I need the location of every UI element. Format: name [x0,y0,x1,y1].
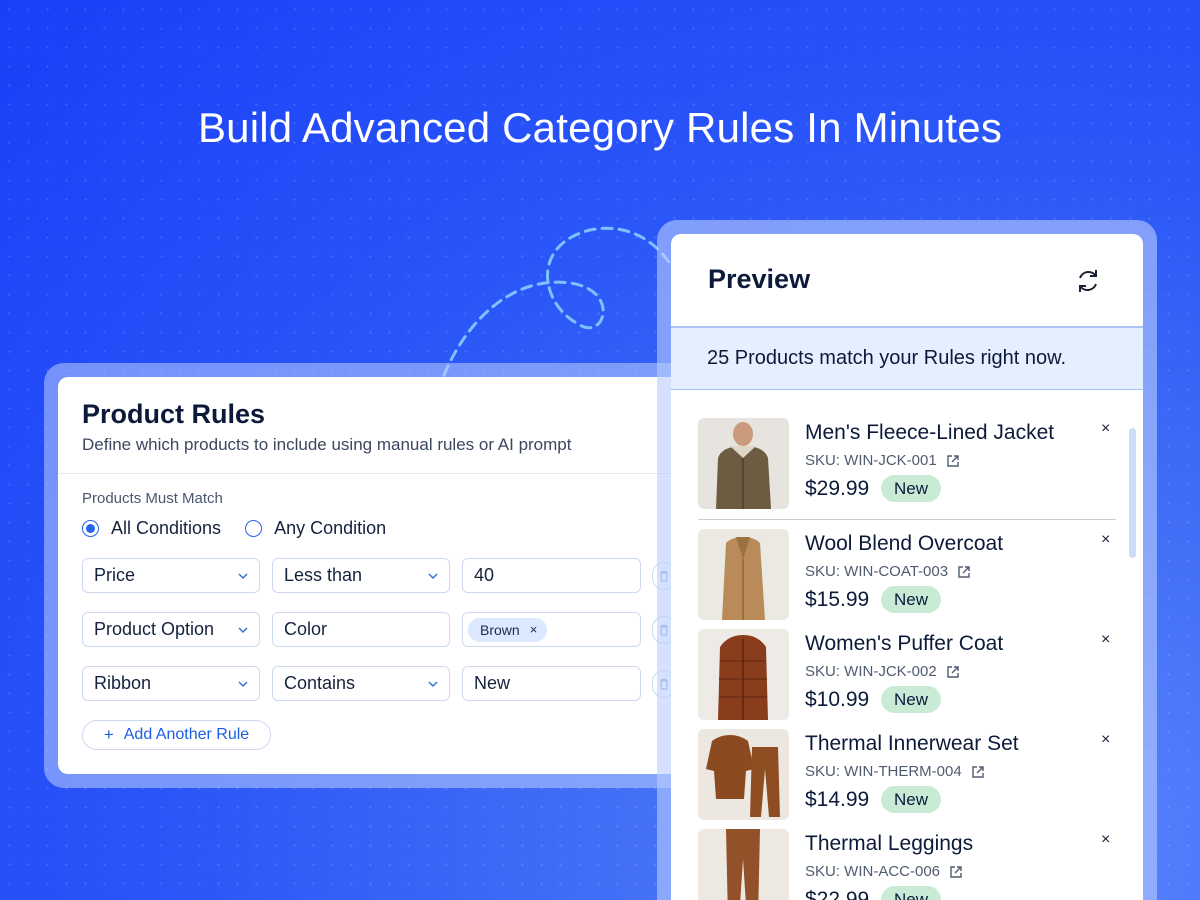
product-sku: SKU: WIN-JCK-001 [805,452,961,469]
product-thumbnail-leggings [698,829,789,900]
product-sku: SKU: WIN-COAT-003 [805,563,972,580]
chevron-down-icon [238,681,248,688]
chevron-down-icon [428,681,438,688]
radio-any-condition[interactable] [245,520,263,537]
radio-any-condition-label[interactable]: Any Condition [274,518,386,539]
product-item[interactable]: Thermal Leggings SKU: WIN-ACC-006 $22.99… [698,829,1116,900]
rule-field-value: Ribbon [94,673,152,693]
match-label: Products Must Match [82,490,223,507]
product-price: $29.99 [805,477,870,500]
rule-field-select[interactable]: Product Option [82,612,260,647]
headline: Build Advanced Category Rules In Minutes [197,104,1003,151]
product-sku-text: SKU: WIN-JCK-002 [805,663,937,680]
product-price: $22.99 [805,888,870,900]
rule-field-select[interactable]: Ribbon [82,666,260,701]
add-another-rule-button[interactable]: + Add Another Rule [82,720,271,750]
product-thumbnail-overcoat [698,529,789,620]
product-item[interactable]: Women's Puffer Coat SKU: WIN-JCK-002 $10… [698,629,1116,729]
rule-field-value: Product Option [94,619,215,639]
rule-field-value: Price [94,565,136,585]
radio-all-conditions[interactable] [82,520,99,537]
external-link-icon[interactable] [970,764,986,780]
divider [58,473,738,474]
remove-product-icon[interactable]: × [1101,631,1110,649]
match-count-banner: 25 Products match your Rules right now. [671,326,1143,390]
plus-icon: + [103,725,114,744]
product-thumbnail-puffer [698,629,789,720]
rule-value-text: New [474,673,511,693]
product-name: Thermal Innerwear Set [805,732,1019,755]
radio-all-conditions-label[interactable]: All Conditions [111,518,221,539]
remove-product-icon[interactable]: × [1101,831,1110,849]
external-link-icon[interactable] [948,864,964,880]
product-name: Women's Puffer Coat [805,632,1004,655]
tag-chip: Brown × [468,617,548,642]
product-badge: New [881,786,942,813]
product-badge: New [881,586,942,613]
rule-value-input[interactable]: 40 [462,558,641,593]
rule-operator-select[interactable]: Less than [272,558,450,593]
product-name: Wool Blend Overcoat [805,532,1004,555]
rules-panel: Product Rules Define which products to i… [58,377,738,774]
preview-panel: Preview 25 Products match your Rules rig… [671,234,1143,900]
product-badge: New [881,886,942,900]
remove-product-icon[interactable]: × [1101,731,1110,749]
product-item[interactable]: Wool Blend Overcoat SKU: WIN-COAT-003 $1… [698,529,1116,629]
product-sku: SKU: WIN-JCK-002 [805,663,961,680]
rule-tag-input[interactable]: Brown × [462,612,641,647]
remove-product-icon[interactable]: × [1101,420,1110,438]
product-price: $15.99 [805,588,870,611]
add-another-rule-label: Add Another Rule [123,726,250,743]
rule-value-input[interactable]: New [462,666,641,701]
product-sku-text: SKU: WIN-COAT-003 [805,563,949,580]
rule-field-select[interactable]: Price [82,558,260,593]
product-sku: SKU: WIN-THERM-004 [805,763,986,780]
external-link-icon[interactable] [945,664,961,680]
chevron-down-icon [428,573,438,580]
product-thumbnail-innerwear [698,729,789,820]
rules-subtitle: Define which products to include using m… [82,435,572,454]
product-sku-text: SKU: WIN-ACC-006 [805,863,941,880]
product-name: Thermal Leggings [805,832,974,855]
chevron-down-icon [238,627,248,634]
tag-chip-label: Brown [480,621,520,638]
remove-product-icon[interactable]: × [1101,531,1110,549]
rule-option-input[interactable]: Color [272,612,450,647]
product-badge: New [881,475,942,502]
product-sku: SKU: WIN-ACC-006 [805,863,964,880]
divider [698,519,1116,520]
product-name: Men's Fleece-Lined Jacket [805,421,1055,444]
rules-title: Product Rules [82,399,266,429]
chevron-down-icon [238,573,248,580]
product-item[interactable]: Thermal Innerwear Set SKU: WIN-THERM-004… [698,729,1116,829]
rule-operator-value: Less than [284,565,363,585]
product-thumbnail-jacket [698,418,789,509]
preview-title: Preview [708,264,811,294]
external-link-icon[interactable] [956,564,972,580]
product-sku-text: SKU: WIN-JCK-001 [805,452,937,469]
rule-operator-select[interactable]: Contains [272,666,450,701]
match-radio-group: All Conditions Any Condition [82,518,410,539]
rule-option-value: Color [284,619,328,639]
product-badge: New [881,686,942,713]
remove-tag-icon[interactable]: × [530,622,538,637]
refresh-icon[interactable] [1073,266,1103,296]
external-link-icon[interactable] [945,453,961,469]
rule-value-text: 40 [474,565,495,585]
rule-operator-value: Contains [284,673,356,693]
product-price: $10.99 [805,688,870,711]
product-price: $14.99 [805,788,870,811]
product-sku-text: SKU: WIN-THERM-004 [805,763,962,780]
product-item[interactable]: Men's Fleece-Lined Jacket SKU: WIN-JCK-0… [698,418,1116,518]
scrollbar[interactable] [1129,428,1136,558]
